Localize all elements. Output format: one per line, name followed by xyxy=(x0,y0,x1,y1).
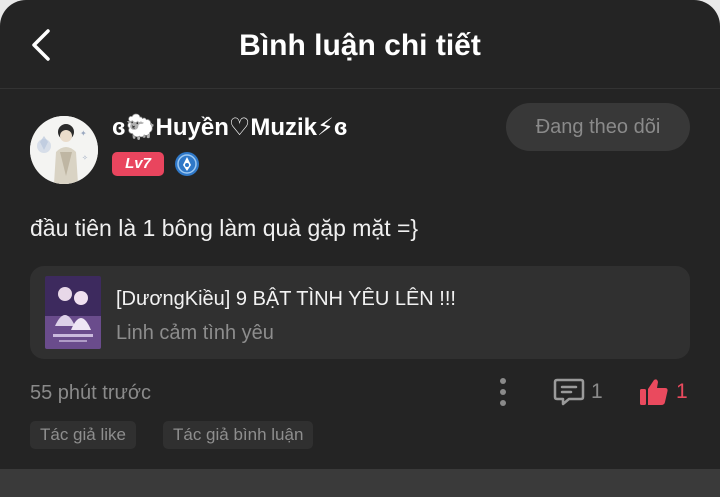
level-badge: Lv7 xyxy=(112,152,164,176)
svg-text:✦: ✦ xyxy=(80,129,87,138)
comment-icon xyxy=(553,378,585,406)
like-count: 1 xyxy=(676,380,688,403)
song-cover-image xyxy=(45,276,101,349)
username[interactable]: ɞ🐑Huyền♡Muzik⚡ɞ xyxy=(112,113,348,143)
following-button[interactable]: Đang theo dõi xyxy=(506,103,690,151)
more-options-button[interactable] xyxy=(490,376,516,408)
song-card[interactable]: [DươngKiều] 9 BẬT TÌNH YÊU LÊN !!! Linh … xyxy=(30,266,690,359)
comment-timestamp: 55 phút trước xyxy=(30,382,152,404)
song-title: [DươngKiều] 9 BẬT TÌNH YÊU LÊN !!! xyxy=(116,288,456,310)
medal-icon xyxy=(174,151,200,177)
header: Bình luận chi tiết xyxy=(0,0,720,89)
more-vertical-icon xyxy=(500,378,506,406)
song-subtitle: Linh cảm tình yêu xyxy=(116,322,274,344)
comment-detail-screen: Bình luận chi tiết ✦ ✧ ɞ🐑Huyền♡Muzik⚡ɞ L… xyxy=(0,0,720,497)
reply-button[interactable]: 1 xyxy=(553,376,603,408)
tag-author-commented: Tác giả bình luận xyxy=(163,421,314,449)
tag-author-liked: Tác giả like xyxy=(30,421,136,449)
comment-text: đầu tiên là 1 bông làm quà gặp mặt =} xyxy=(30,215,419,241)
svg-text:✧: ✧ xyxy=(82,154,88,162)
bottom-bar xyxy=(0,469,720,497)
reply-count: 1 xyxy=(591,380,603,403)
thumbs-up-icon xyxy=(640,379,668,405)
page-title: Bình luận chi tiết xyxy=(239,29,481,62)
like-button[interactable]: 1 xyxy=(638,376,688,408)
avatar[interactable]: ✦ ✧ xyxy=(30,116,98,184)
